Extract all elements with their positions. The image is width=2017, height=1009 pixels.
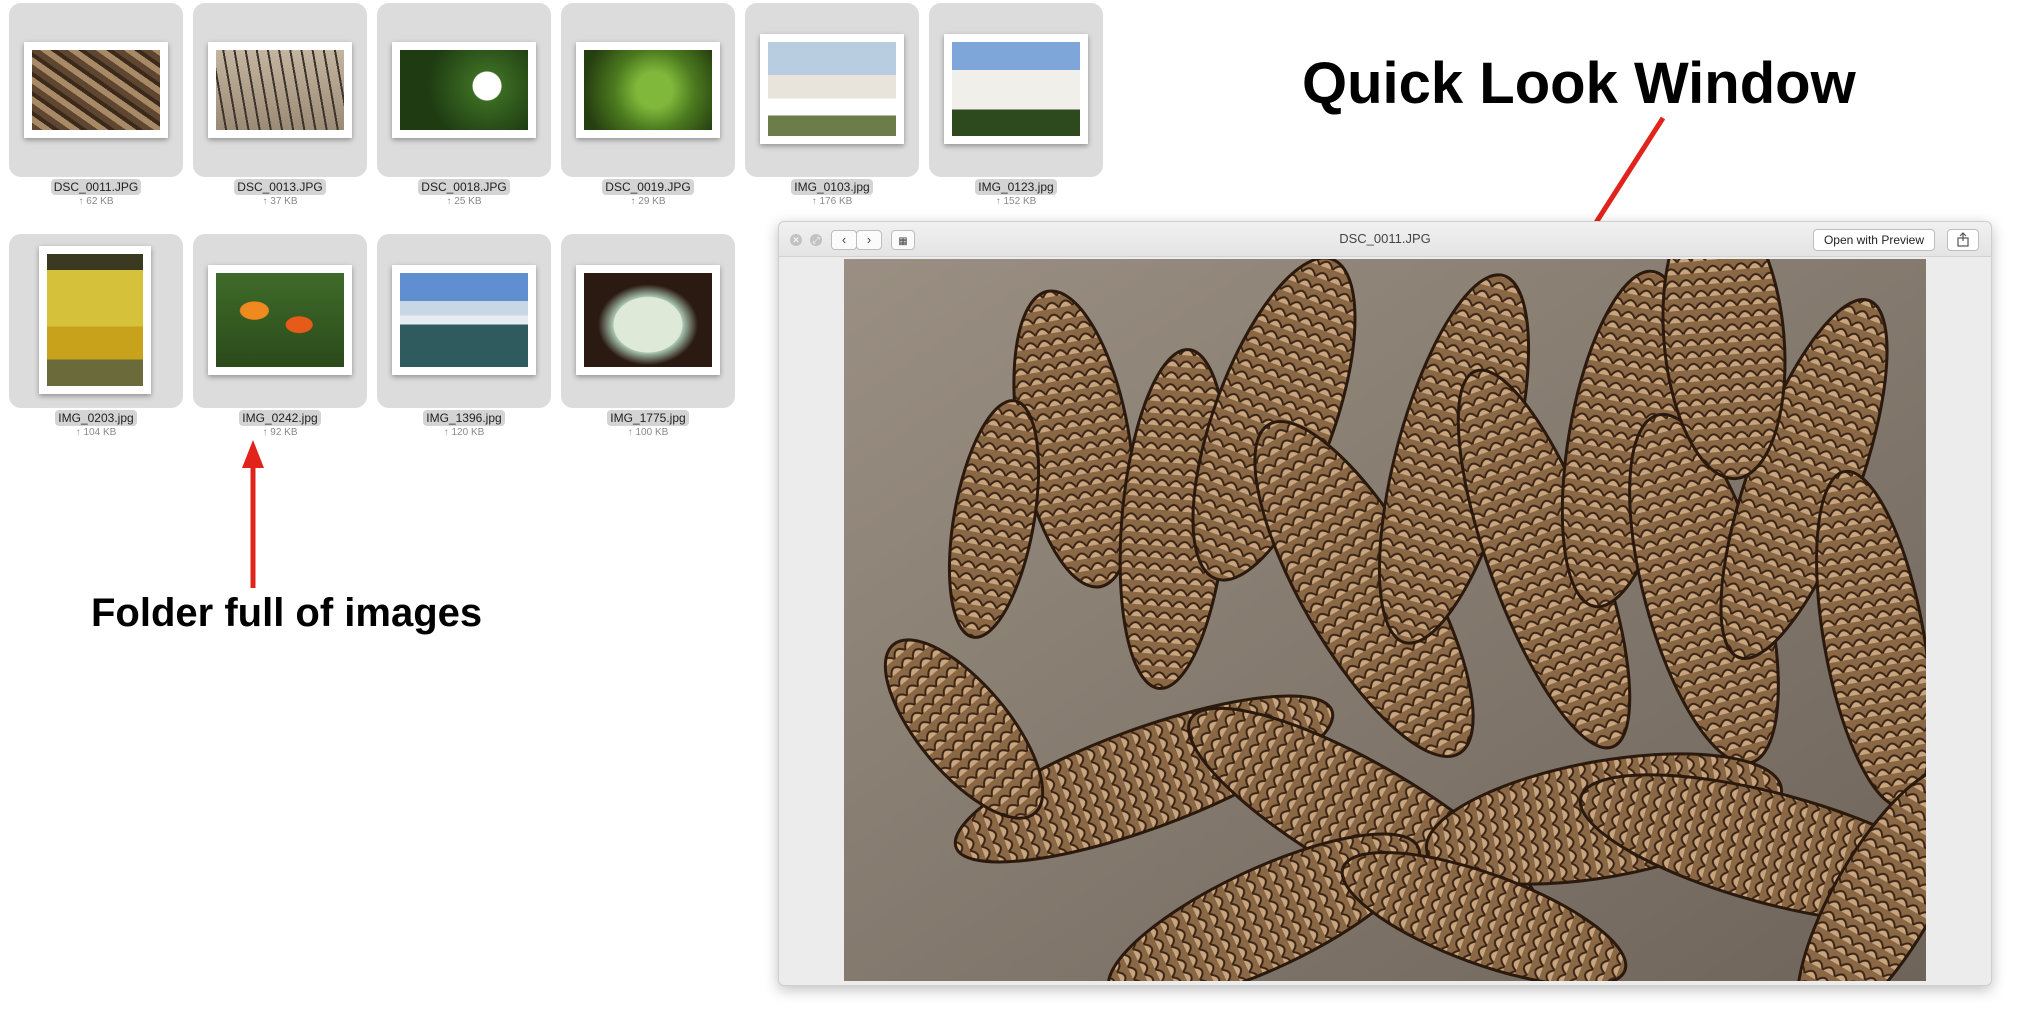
file-name[interactable]: IMG_1396.jpg [377,410,551,426]
file-name[interactable]: IMG_0123.jpg [929,179,1103,195]
grass-seedheads-thumbnail [208,42,352,138]
file-tile[interactable] [377,234,551,408]
pinecones-photo [844,259,1926,981]
file-size: ↑ 152 KB [995,196,1037,207]
open-with-preview-button[interactable]: Open with Preview [1812,229,1935,251]
file-size: ↑ 104 KB [75,427,117,438]
file-tile[interactable] [561,234,735,408]
house-fence-thumbnail [760,34,904,144]
green-plant-thumbnail [576,42,720,138]
file-tile[interactable] [193,3,367,177]
file-size: ↑ 100 KB [627,427,669,438]
file-tile[interactable] [561,3,735,177]
honey-tin-thumbnail [39,246,151,394]
share-button[interactable] [1947,229,1979,251]
file-tile[interactable] [745,3,919,177]
file-size: ↑ 62 KB [78,196,114,207]
file-name[interactable]: IMG_1775.jpg [561,410,735,426]
file-size: ↑ 29 KB [630,196,666,207]
tulips-thumbnail [208,265,352,375]
quick-look-window: ✕ ⤢ ‹ › ▦ DSC_0011.JPG Open with Preview [778,221,1992,986]
waterfall-thumbnail [392,265,536,375]
file-name[interactable]: DSC_0013.JPG [193,179,367,195]
file-name[interactable]: DSC_0011.JPG [9,179,183,195]
radio-thumbnail [576,265,720,375]
file-tile[interactable] [9,3,183,177]
trillium-flower-thumbnail [392,42,536,138]
file-tile[interactable] [9,234,183,408]
file-name[interactable]: DSC_0019.JPG [561,179,735,195]
file-name[interactable]: IMG_0103.jpg [745,179,919,195]
white-house-thumbnail [944,34,1088,144]
share-icon [1957,232,1969,247]
file-name[interactable]: IMG_0203.jpg [9,410,183,426]
quick-look-title: DSC_0011.JPG [1339,231,1431,246]
file-tile[interactable] [193,234,367,408]
file-tile[interactable] [377,3,551,177]
file-size: ↑ 25 KB [446,196,482,207]
file-name[interactable]: IMG_0242.jpg [193,410,367,426]
pinecones-thumbnail [24,42,168,138]
file-tile[interactable] [929,3,1103,177]
file-name[interactable]: DSC_0018.JPG [377,179,551,195]
file-size: ↑ 120 KB [443,427,485,438]
file-size: ↑ 37 KB [262,196,298,207]
file-size: ↑ 92 KB [262,427,298,438]
folder-arrow [242,440,264,588]
quick-look-titlebar: ✕ ⤢ ‹ › ▦ DSC_0011.JPG Open with Preview [779,222,1991,257]
file-size: ↑ 176 KB [811,196,853,207]
